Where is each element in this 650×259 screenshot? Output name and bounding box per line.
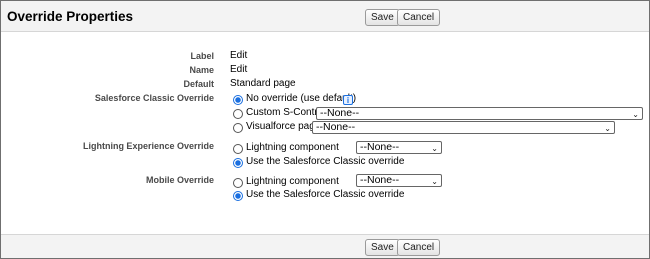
- header-bar: Override Properties Save Cancel: [1, 1, 649, 32]
- chevron-down-icon: ⌄: [604, 124, 611, 133]
- mobile-lightning-component-radio[interactable]: [233, 178, 243, 188]
- custom-s-control-radio[interactable]: [233, 109, 243, 119]
- mobile-component-select-value: --None--: [360, 174, 400, 186]
- chevron-down-icon: ⌄: [431, 177, 438, 186]
- visualforce-page-option-label: Visualforce page: [246, 121, 321, 132]
- info-icon[interactable]: i: [343, 95, 353, 105]
- page-title: Override Properties: [7, 9, 134, 24]
- default-field-label: Default: [183, 79, 214, 89]
- cancel-button-top[interactable]: Cancel: [397, 9, 441, 26]
- use-classic-override-option-label: Use the Salesforce Classic override: [246, 156, 405, 167]
- footer-bar: Save Cancel: [1, 234, 649, 258]
- save-button-bottom[interactable]: Save: [365, 239, 400, 256]
- mobile-component-select[interactable]: --None-- ⌄: [356, 174, 442, 187]
- chevron-down-icon: ⌄: [431, 144, 438, 153]
- no-override-radio[interactable]: [233, 95, 243, 105]
- visualforce-select[interactable]: --None-- ⌄: [312, 121, 615, 134]
- custom-s-control-option-label: Custom S-Control: [246, 107, 326, 118]
- s-control-select-value: --None--: [320, 107, 360, 119]
- default-field-value: Standard page: [230, 78, 296, 89]
- mobile-use-classic-override-radio[interactable]: [233, 191, 243, 201]
- lightning-component-radio[interactable]: [233, 144, 243, 154]
- lightning-component-select[interactable]: --None-- ⌄: [356, 141, 442, 154]
- visualforce-page-radio[interactable]: [233, 123, 243, 133]
- no-override-option-label: No override (use default): [246, 93, 357, 104]
- override-properties-panel: Override Properties Save Cancel Label Ed…: [0, 0, 650, 259]
- visualforce-select-value: --None--: [316, 121, 356, 133]
- lightning-component-option-label: Lightning component: [246, 142, 339, 153]
- mobile-override-label: Mobile Override: [145, 175, 214, 185]
- lightning-override-label: Lightning Experience Override: [82, 141, 214, 151]
- label-field-value: Edit: [230, 50, 248, 61]
- lightning-component-select-value: --None--: [360, 141, 400, 153]
- mobile-use-classic-override-option-label: Use the Salesforce Classic override: [246, 189, 405, 200]
- name-field-value: Edit: [230, 64, 248, 75]
- save-button-top[interactable]: Save: [365, 9, 400, 26]
- classic-override-label: Salesforce Classic Override: [94, 93, 214, 103]
- cancel-button-bottom[interactable]: Cancel: [397, 239, 441, 256]
- use-classic-override-radio[interactable]: [233, 158, 243, 168]
- mobile-lightning-component-option-label: Lightning component: [246, 176, 339, 187]
- name-field-label: Name: [189, 65, 214, 75]
- s-control-select[interactable]: --None-- ⌄: [316, 107, 643, 120]
- label-field-label: Label: [190, 51, 214, 61]
- chevron-down-icon: ⌄: [632, 110, 639, 119]
